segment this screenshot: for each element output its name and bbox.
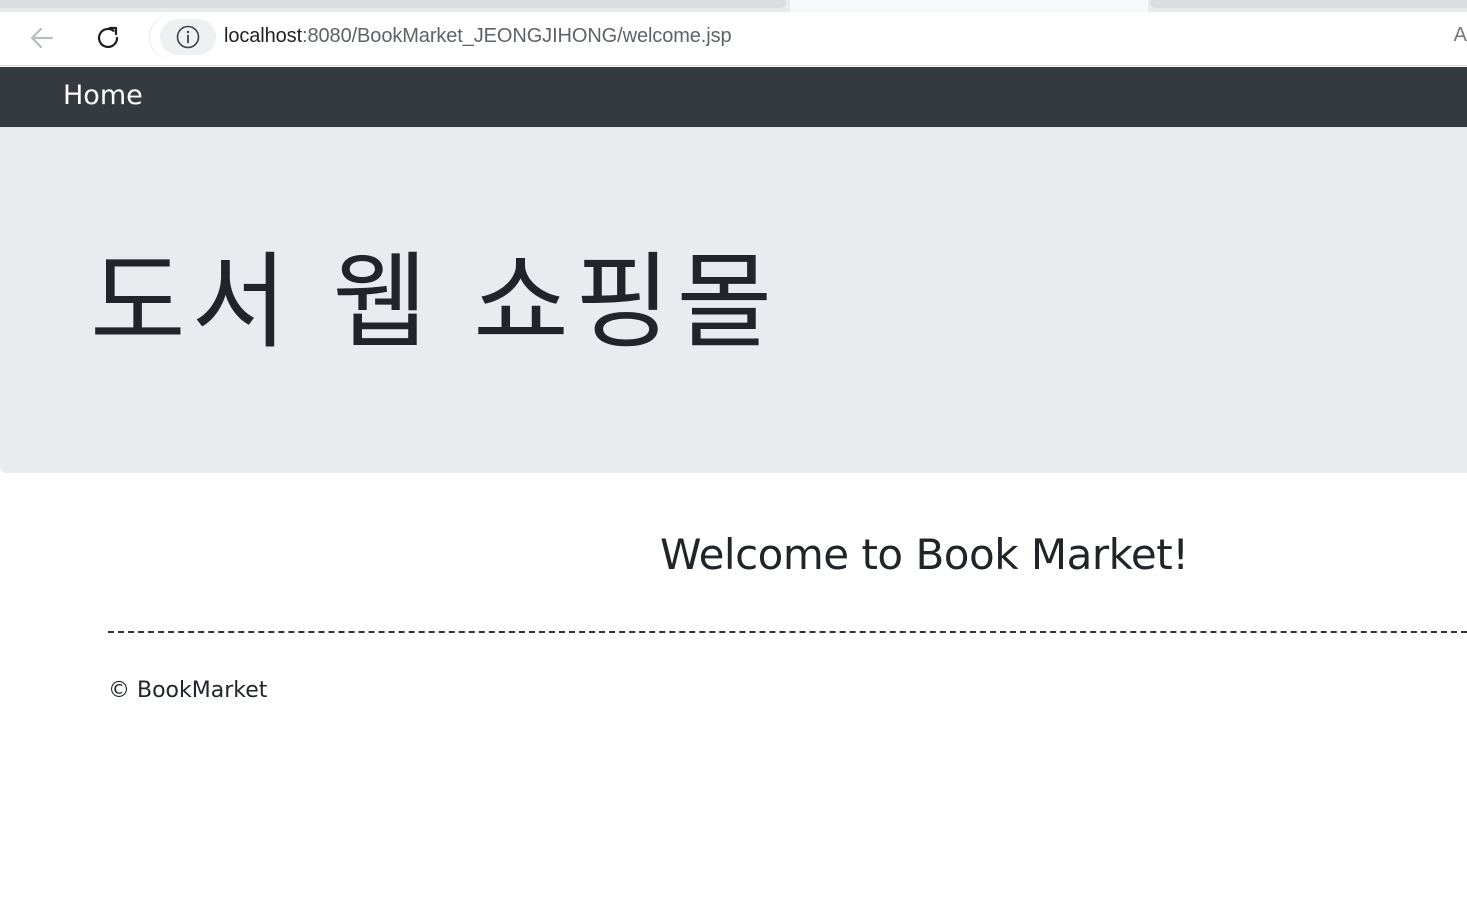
dashed-divider xyxy=(108,631,1467,633)
back-button[interactable] xyxy=(24,20,60,56)
url-host: localhost xyxy=(224,25,303,47)
top-navbar: Home xyxy=(0,67,1467,127)
toolbar-cutoff-glyph: A xyxy=(1453,24,1467,46)
welcome-heading: Welcome to Book Market! xyxy=(660,530,1189,579)
url-text[interactable]: localhost:8080/BookMarket_JEONGJIHONG/we… xyxy=(224,25,732,48)
arrow-left-icon xyxy=(30,27,54,49)
home-link[interactable]: Home xyxy=(63,80,143,111)
footer-copyright: © BookMarket xyxy=(108,678,268,703)
address-bar[interactable]: localhost:8080/BookMarket_JEONGJIHONG/we… xyxy=(150,14,1467,60)
browser-toolbar: localhost:8080/BookMarket_JEONGJIHONG/we… xyxy=(0,12,1467,66)
inactive-tab-left[interactable] xyxy=(0,0,786,8)
reload-icon xyxy=(97,26,119,49)
inactive-tab-right[interactable] xyxy=(1150,0,1467,8)
url-path: :8080/BookMarket_JEONGJIHONG/welcome.jsp xyxy=(302,25,732,47)
reload-button[interactable] xyxy=(90,20,126,56)
info-icon xyxy=(176,25,200,49)
page-title: 도서 웹 쇼핑몰 xyxy=(90,241,779,363)
site-info-button[interactable] xyxy=(160,19,216,55)
jumbotron: 도서 웹 쇼핑몰 xyxy=(0,127,1467,473)
